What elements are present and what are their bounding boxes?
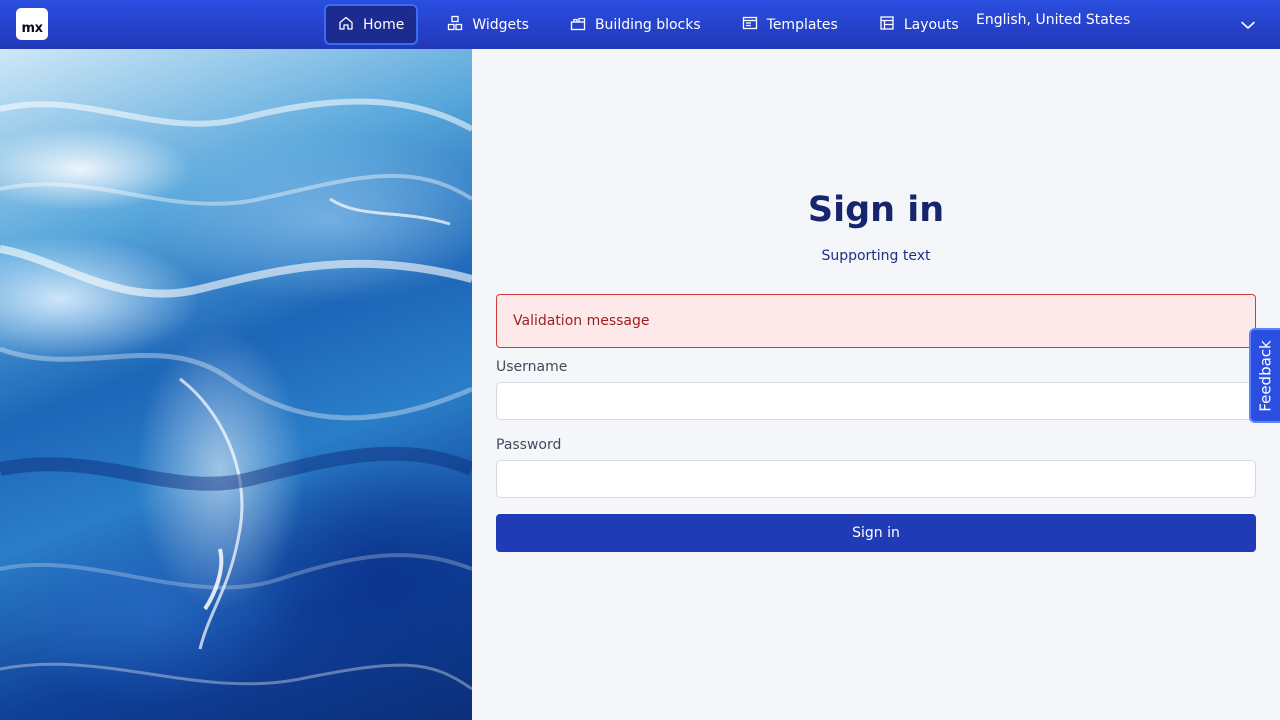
layouts-icon — [879, 15, 895, 35]
username-label: Username — [496, 359, 568, 375]
nav-item-building-blocks[interactable]: Building blocks — [558, 4, 713, 45]
chevron-down-icon[interactable] — [1239, 16, 1257, 34]
nav-item-widgets[interactable]: Widgets — [435, 4, 541, 45]
language-selector[interactable]: English, United States — [976, 12, 1130, 28]
home-icon — [338, 15, 354, 35]
top-navigation-bar: mx Home Widgets Building blocks Template… — [0, 0, 1280, 49]
password-input[interactable] — [496, 460, 1256, 498]
ocean-waves-image — [0, 49, 472, 720]
widgets-icon — [447, 15, 463, 35]
username-input[interactable] — [496, 382, 1256, 420]
nav-item-label: Templates — [766, 16, 838, 33]
nav-item-home[interactable]: Home — [324, 4, 419, 45]
password-label: Password — [496, 437, 562, 453]
mx-logo[interactable]: mx — [16, 8, 48, 40]
nav-item-label: Home — [363, 16, 405, 33]
nav-item-label: Building blocks — [594, 16, 701, 33]
page-title: Sign in — [807, 190, 945, 230]
templates-icon — [742, 15, 758, 35]
nav-item-label: Layouts — [903, 16, 959, 33]
nav-item-layouts[interactable]: Layouts — [867, 4, 971, 45]
validation-message: Validation message — [513, 313, 650, 329]
feedback-label: Feedback — [1256, 339, 1275, 412]
building-blocks-icon — [570, 15, 586, 35]
feedback-tab[interactable]: Feedback — [1249, 328, 1280, 423]
validation-alert: Validation message — [496, 294, 1256, 348]
nav-item-label: Widgets — [472, 16, 529, 33]
nav-item-templates[interactable]: Templates — [730, 4, 850, 45]
supporting-text: Supporting text — [821, 248, 931, 264]
main-nav: Home Widgets Building blocks Templates L… — [324, 4, 971, 45]
sign-in-button[interactable]: Sign in — [496, 514, 1256, 552]
